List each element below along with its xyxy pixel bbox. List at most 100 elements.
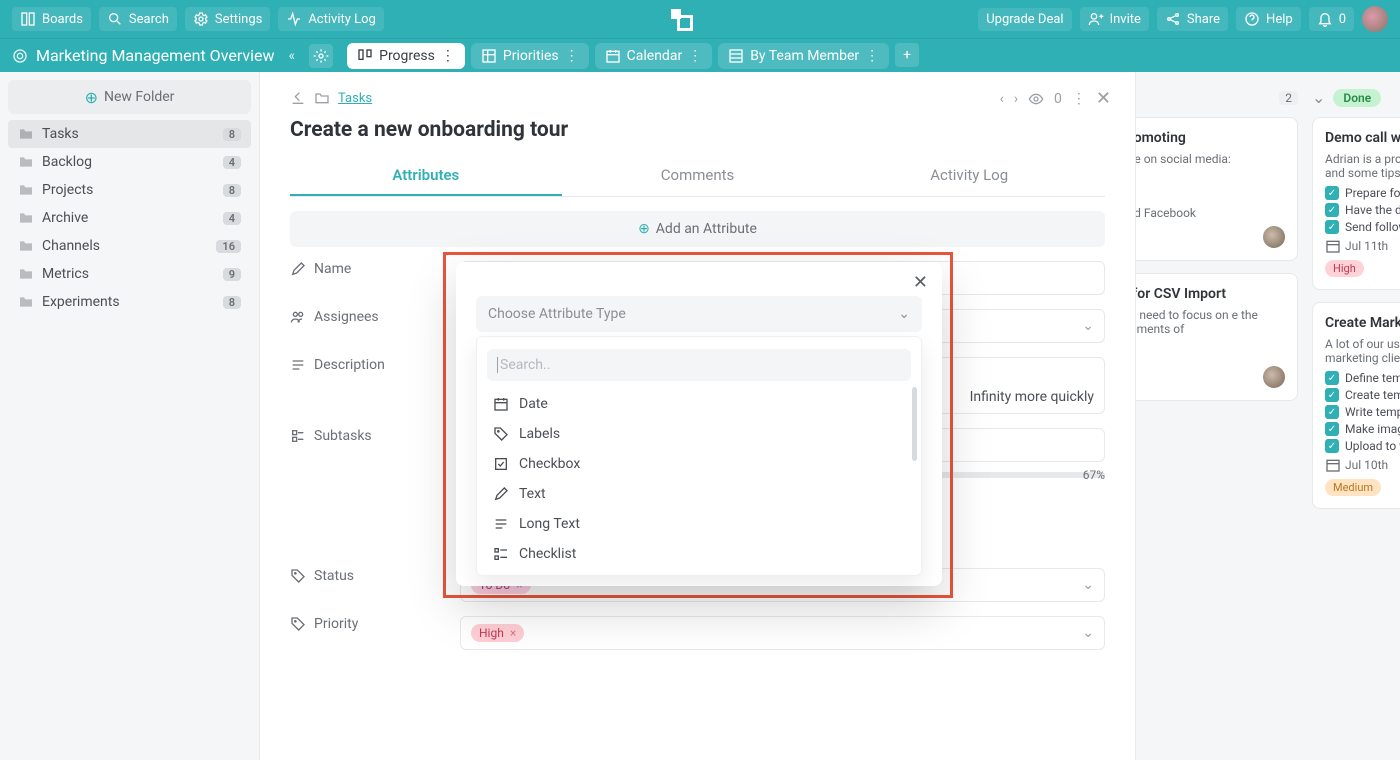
check-icon: ✓ [1325,220,1339,234]
tab-menu-icon[interactable]: ⋮ [441,48,455,64]
close-icon[interactable]: ✕ [913,272,928,293]
card-csv[interactable]: n for CSV Import we need to focus on e t… [1108,273,1298,401]
chevron-down-icon[interactable]: ⌄ [1312,88,1325,107]
calendar-icon [1325,457,1341,473]
new-folder-button[interactable]: ⊕New Folder [8,80,251,114]
assignee-avatar [1263,366,1285,388]
priority-tag[interactable]: High× [471,624,524,642]
tab-menu-icon[interactable]: ⋮ [688,48,702,64]
tab-progress[interactable]: Progress⋮ [347,43,465,69]
attribute-type-select[interactable]: Choose Attribute Type⌄ [476,296,922,332]
plus-icon: ⊕ [85,88,98,107]
folder-channels[interactable]: Channels16 [8,232,251,260]
check-icon: ✓ [1325,405,1339,419]
pencil-icon [493,486,509,502]
calendar-icon [493,396,509,412]
assignee-avatar [1263,226,1285,248]
folder-count: 8 [223,296,241,309]
item-title[interactable]: Create a new onboarding tour [290,118,1105,142]
add-view-button[interactable]: + [895,43,919,67]
prev-item-icon[interactable]: ‹ [1000,91,1004,107]
invite-icon [1088,11,1104,27]
notifications-button[interactable]: 0 [1309,7,1354,31]
user-avatar[interactable] [1362,6,1388,32]
folder-metrics[interactable]: Metrics9 [8,260,251,288]
search-label: Search [129,12,169,27]
notif-count: 0 [1339,12,1346,27]
folder-tasks[interactable]: Tasks8 [8,120,251,148]
folder-projects[interactable]: Projects8 [8,176,251,204]
folder-archive[interactable]: Archive4 [8,204,251,232]
folder-count: 4 [223,212,241,225]
tab-comments[interactable]: Comments [562,156,834,196]
breadcrumb-link[interactable]: Tasks [338,91,372,106]
folder-backlog[interactable]: Backlog4 [8,148,251,176]
checkbox-icon [493,456,509,472]
activity-log-button[interactable]: Activity Log [278,7,384,31]
card-demo[interactable]: Demo call with a Adrian is a produc prod… [1312,117,1400,290]
tab-menu-icon[interactable]: ⋮ [565,48,579,64]
collapse-sidebar-icon[interactable]: « [289,48,296,64]
tab-attributes[interactable]: Attributes [290,156,562,196]
attr-option-text[interactable]: Text [477,479,921,509]
priority-badge: High [1325,260,1364,277]
view-settings-icon[interactable] [309,44,333,68]
attr-option-checkbox[interactable]: Checkbox [477,449,921,479]
check-icon: ✓ [1325,371,1339,385]
priority-badge: Medium [1325,479,1381,496]
boards-icon [20,11,36,27]
progress-pct: 67% [1083,468,1105,482]
view-tab-bar: Marketing Management Overview « Progress… [0,38,1400,72]
check-icon: ✓ [1325,203,1339,217]
search-button[interactable]: Search [99,7,177,31]
next-item-icon[interactable]: › [1014,91,1018,107]
folder-count: 4 [223,156,241,169]
top-bar: Boards Search Settings Activity Log Upgr… [0,0,1400,38]
tab-menu-icon[interactable]: ⋮ [865,48,879,64]
card-title: promoting [1121,130,1285,146]
folder-icon [18,238,34,254]
card-promo[interactable]: promoting late on social media: and Face… [1108,117,1298,261]
chevron-down-icon: ⌄ [1082,318,1094,334]
settings-button[interactable]: Settings [185,7,270,31]
folder-experiments[interactable]: Experiments8 [8,288,251,316]
tab-priorities[interactable]: Priorities⋮ [471,43,589,69]
attr-option-checklist[interactable]: Checklist [477,539,921,569]
help-button[interactable]: Help [1236,7,1301,31]
card-marketing[interactable]: Create Marketin A lot of our users niche… [1312,302,1400,509]
column-count: 2 [1279,91,1298,105]
subtasks-icon [290,428,306,444]
tab-by-team-member[interactable]: By Team Member⋮ [718,43,889,69]
boards-button[interactable]: Boards [12,7,91,31]
tab-calendar[interactable]: Calendar⋮ [595,43,713,69]
priority-select[interactable]: High× ⌄ [460,616,1105,650]
more-icon[interactable]: ⋮ [1072,91,1086,107]
collapse-icon[interactable] [290,90,306,106]
folder-icon [18,266,34,282]
attr-option-date[interactable]: Date [477,389,921,419]
share-button[interactable]: Share [1157,7,1228,31]
search-icon [107,11,123,27]
chevron-down-icon: ⌄ [1082,625,1094,641]
check-icon: ✓ [1325,186,1339,200]
boards-label: Boards [42,12,83,27]
chevron-down-icon: ⌄ [898,306,910,322]
tab-activity-log[interactable]: Activity Log [833,156,1105,196]
close-icon[interactable]: ✕ [1096,88,1111,109]
folder-icon [18,210,34,226]
users-icon [290,309,306,325]
remove-tag-icon[interactable]: × [510,626,516,640]
help-icon [1244,11,1260,27]
attribute-search-input[interactable]: Search.. [487,349,911,381]
folder-icon [18,182,34,198]
column-in-progress: ⌄x2 promoting late on social media: and … [1108,88,1298,521]
views-count: 0 [1054,91,1062,107]
invite-button[interactable]: Invite [1080,7,1149,31]
attr-option-long-text[interactable]: Long Text [477,509,921,539]
upgrade-button[interactable]: Upgrade Deal [978,8,1071,31]
workspace-title[interactable]: Marketing Management Overview [36,46,275,65]
add-attribute-button[interactable]: ⊕Add an Attribute [290,211,1105,247]
group-icon [728,48,744,64]
activity-label: Activity Log [308,12,376,27]
attr-option-labels[interactable]: Labels [477,419,921,449]
